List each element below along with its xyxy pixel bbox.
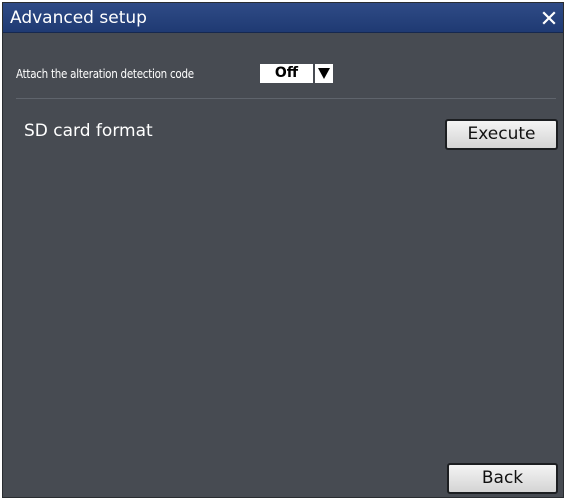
section-divider xyxy=(16,98,556,99)
title-bar: Advanced setup xyxy=(3,3,563,33)
advanced-setup-dialog: Advanced setup Attach the alteration det… xyxy=(2,2,564,498)
alteration-detection-select[interactable]: Off xyxy=(260,64,334,83)
alteration-detection-label: Attach the alteration detection code xyxy=(16,67,194,81)
execute-button[interactable]: Execute xyxy=(445,119,558,150)
dropdown-arrow-icon[interactable] xyxy=(315,64,333,83)
dialog-title: Advanced setup xyxy=(10,8,147,28)
close-icon[interactable] xyxy=(541,10,557,26)
back-button[interactable]: Back xyxy=(447,463,558,494)
alteration-detection-value: Off xyxy=(260,64,313,83)
sd-card-format-label: SD card format xyxy=(24,121,153,141)
